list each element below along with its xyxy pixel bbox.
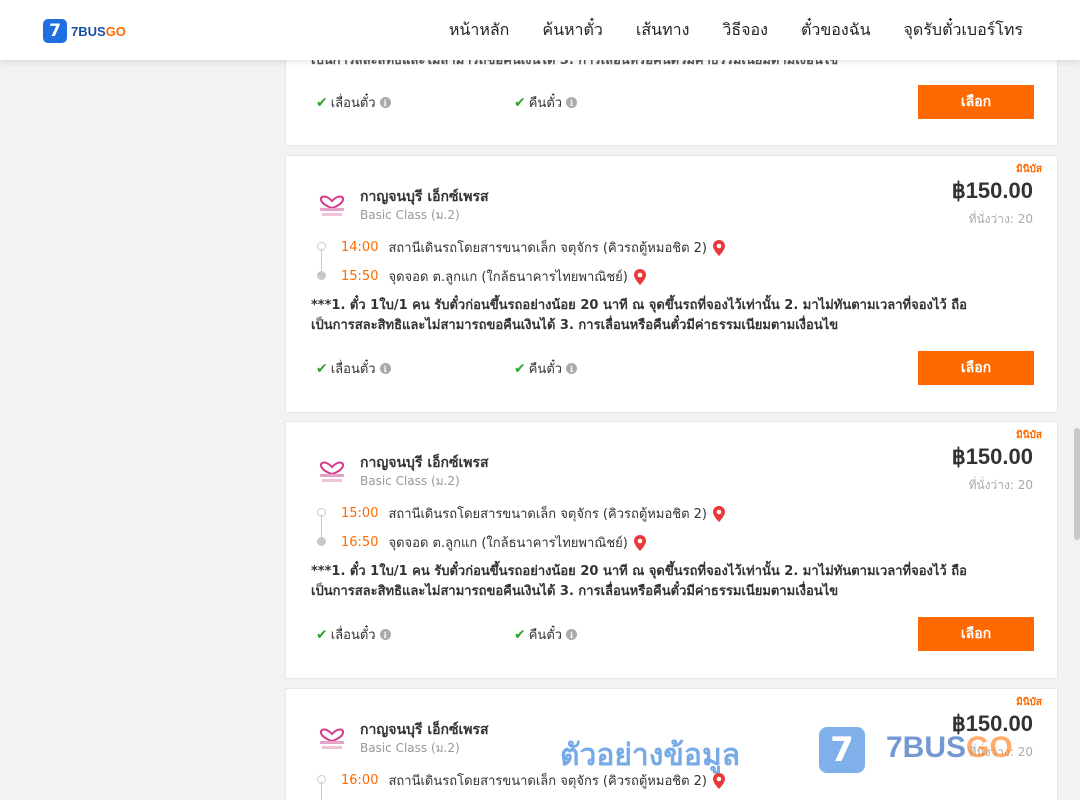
minibus-badge: มินิบัส [1016,697,1042,708]
operator-name: กาญจนบุรี เอ็กซ์เพรส [360,722,489,738]
seats-available: ที่นั่งว่าง: 20 [968,212,1033,226]
departure-stop: 14:00 สถานีเดินรถโดยสารขนาดเล็ก จตุจักร … [341,237,725,258]
check-icon: ✔ [514,360,526,377]
check-icon: ✔ [316,626,328,643]
refund-option: ✔ คืนตั๋ว i [514,624,578,645]
trip-note: ***1. ตั๋ว 1ใบ/1 คน รับตั๋วก่อนขึ้นรถอย่… [311,564,967,599]
ticket-price: ฿150.00 [951,444,1033,469]
map-pin-icon[interactable] [633,534,646,551]
nav-how-to-book[interactable]: วิธีจอง [722,18,768,43]
info-icon[interactable]: i [379,629,391,640]
arrival-stop-name: จุดจอด ต.ลูกแก (ใกล้ธนาคารไทยพาณิชย์) [388,270,628,285]
nav-routes[interactable]: เส้นทาง [636,18,690,43]
info-icon[interactable]: i [566,97,578,108]
departure-time: 15:00 [341,506,379,521]
info-icon[interactable]: i [566,363,578,374]
watermark-logo-icon: 7 [819,727,865,773]
timeline-arrive-dot [317,271,326,280]
reschedule-option: ✔ เลื่อนตั๋ว i [316,358,391,379]
reschedule-option: ✔ เลื่อนตั๋ว i [316,92,391,113]
service-class: Basic Class (ม.2) [360,208,460,222]
operator-logo [320,728,344,749]
nav-search-ticket[interactable]: ค้นหาตั๋ว [542,18,603,43]
nav-home[interactable]: หน้าหลัก [449,18,510,43]
seats-available: ที่นั่งว่าง: 20 [968,478,1033,492]
info-icon[interactable]: i [566,629,578,640]
refund-option: ✔ คืนตั๋ว i [514,358,578,379]
map-pin-icon[interactable] [633,268,646,285]
select-button[interactable]: เลือก [918,351,1034,385]
watermark-text: ตัวอย่างข้อมูล [560,738,741,773]
arrival-time: 15:50 [341,269,379,284]
timeline-line [321,781,322,800]
reschedule-option: ✔ เลื่อนตั๋ว i [316,624,391,645]
service-class: Basic Class (ม.2) [360,741,460,755]
trip-card: มินิบัส กาญจนบุรี เอ็กซ์เพรส Basic Class… [285,155,1058,413]
nav-ticket-pickup[interactable]: จุดรับตั๋วเบอร์โทร [904,18,1023,43]
departure-stop-name: สถานีเดินรถโดยสารขนาดเล็ก จตุจักร (คิวรถ… [388,507,707,522]
trip-card: มินิบัส กาญจนบุรี เอ็กซ์เพรส Basic Class… [285,421,1058,679]
ticket-price: ฿150.00 [951,178,1033,203]
operator-name: กาญจนบุรี เอ็กซ์เพรส [360,455,489,471]
operator-logo [320,195,344,216]
select-button[interactable]: เลือก [918,85,1034,119]
watermark-brand: 7BUSGO [886,731,1013,764]
nav-my-tickets[interactable]: ตั๋วของฉัน [801,18,871,43]
departure-time: 14:00 [341,240,379,255]
departure-stop: 15:00 สถานีเดินรถโดยสารขนาดเล็ก จตุจักร … [341,503,725,524]
check-icon: ✔ [316,360,328,377]
minibus-badge: มินิบัส [1016,430,1042,441]
service-class: Basic Class (ม.2) [360,474,460,488]
logo-text-orange: GO [105,23,126,39]
departure-stop-name: สถานีเดินรถโดยสารขนาดเล็ก จตุจักร (คิวรถ… [388,241,707,256]
arrival-stop: 15:50 จุดจอด ต.ลูกแก (ใกล้ธนาคารไทยพาณิช… [341,266,646,287]
arrival-stop-name: จุดจอด ต.ลูกแก (ใกล้ธนาคารไทยพาณิชย์) [388,536,628,551]
refund-option: ✔ คืนตั๋ว i [514,92,578,113]
operator-name: กาญจนบุรี เอ็กซ์เพรส [360,189,489,205]
logo-text-blue: 7BUS [71,23,106,39]
main-nav: หน้าหลัก ค้นหาตั๋ว เส้นทาง วิธีจอง ตั๋วข… [416,0,1023,60]
check-icon: ✔ [316,94,328,111]
arrival-stop: 16:50 จุดจอด ต.ลูกแก (ใกล้ธนาคารไทยพาณิช… [341,532,646,553]
minibus-badge: มินิบัส [1016,164,1042,175]
top-navbar: 7 7BUSGO หน้าหลัก ค้นหาตั๋ว เส้นทาง วิธี… [0,0,1080,60]
select-button[interactable]: เลือก [918,617,1034,651]
timeline-arrive-dot [317,537,326,546]
check-icon: ✔ [514,626,526,643]
map-pin-icon[interactable] [713,239,725,256]
logo-mark-icon: 7 [43,19,67,43]
site-logo[interactable]: 7 7BUSGO [43,19,126,43]
info-icon[interactable]: i [379,97,391,108]
operator-logo [320,461,344,482]
scrollbar-thumb[interactable] [1074,428,1080,540]
arrival-time: 16:50 [341,535,379,550]
map-pin-icon[interactable] [713,505,725,522]
trip-note: ***1. ตั๋ว 1ใบ/1 คน รับตั๋วก่อนขึ้นรถอย่… [311,298,967,333]
check-icon: ✔ [514,94,526,111]
departure-time: 16:00 [341,773,379,788]
info-icon[interactable]: i [379,363,391,374]
